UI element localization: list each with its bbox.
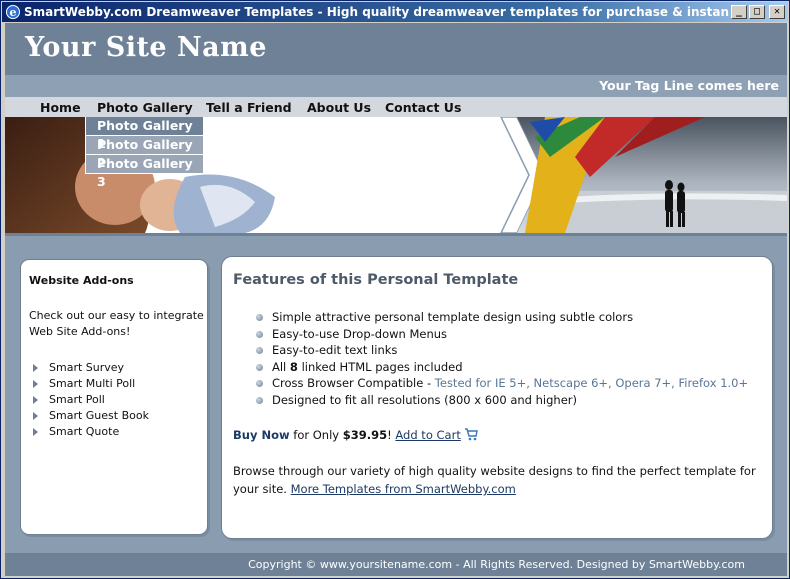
- buy-now-label: Buy Now: [233, 428, 290, 442]
- main-nav: Home Photo Gallery Tell a Friend About U…: [5, 97, 787, 117]
- feature-text: linked HTML pages included: [297, 359, 463, 374]
- features-list: Simple attractive personal template desi…: [256, 309, 748, 408]
- svg-text:e: e: [10, 6, 17, 19]
- feature-text: Cross Browser Compatible -: [272, 376, 435, 390]
- price: $39.95: [342, 428, 388, 442]
- bullet-icon: [256, 347, 263, 354]
- site-header: Your Site Name: [5, 23, 787, 75]
- addon-label: Smart Guest Book: [49, 409, 149, 422]
- nav-contact-us[interactable]: Contact Us: [385, 100, 461, 115]
- addon-smart-guest-book[interactable]: Smart Guest Book: [31, 408, 149, 424]
- feature-page-count: 8: [289, 359, 298, 374]
- browser-window: e SmartWebby.com Dreamweaver Templates -…: [0, 0, 790, 579]
- addon-smart-quote[interactable]: Smart Quote: [31, 424, 149, 440]
- minimize-button[interactable]: _: [731, 5, 747, 19]
- add-to-cart-link[interactable]: Add to Cart: [395, 428, 460, 442]
- shopping-cart-icon[interactable]: [464, 428, 479, 441]
- banner-divider: [5, 233, 787, 236]
- feature-text: Easy-to-edit text links: [272, 343, 398, 357]
- site-name[interactable]: Your Site Name: [25, 32, 267, 63]
- feature-item: Designed to fit all resolutions (800 x 6…: [256, 392, 748, 409]
- arrow-right-icon: [33, 380, 38, 388]
- feature-item: Cross Browser Compatible - Tested for IE…: [256, 375, 748, 392]
- arrow-right-icon: [33, 428, 38, 436]
- arrow-right-icon: [33, 412, 38, 420]
- browse-paragraph: Browse through our variety of high quali…: [233, 462, 763, 498]
- feature-item: Easy-to-use Drop-down Menus: [256, 326, 748, 343]
- arrow-right-icon: [33, 364, 38, 372]
- buy-line: Buy Now for Only $39.95! Add to Cart: [233, 428, 479, 442]
- addon-smart-poll[interactable]: Smart Poll: [31, 392, 149, 408]
- window-titlebar[interactable]: e SmartWebby.com Dreamweaver Templates -…: [2, 2, 788, 22]
- addon-label: Smart Quote: [49, 425, 120, 438]
- dropdown-photo-gallery-2[interactable]: Photo Gallery 2: [85, 136, 203, 170]
- nav-home[interactable]: Home: [40, 100, 81, 115]
- dropdown-photo-gallery-3[interactable]: Photo Gallery 3: [85, 155, 203, 189]
- dropdown-photo-gallery-1[interactable]: Photo Gallery 1: [85, 117, 203, 151]
- buy-text: for Only: [289, 428, 343, 442]
- sidebar-title: Website Add-ons: [29, 274, 134, 287]
- bullet-icon: [256, 380, 263, 387]
- bullet-icon: [256, 330, 263, 338]
- close-button[interactable]: ✕: [769, 5, 785, 19]
- addons-list: Smart Survey Smart Multi Poll Smart Poll…: [31, 360, 149, 440]
- addon-label: Smart Survey: [49, 361, 125, 374]
- tagline: Your Tag Line comes here: [599, 78, 779, 93]
- feature-item: All 8 linked HTML pages included: [256, 359, 748, 376]
- addon-label: Smart Multi Poll: [49, 377, 136, 390]
- tagline-bar: Your Tag Line comes here: [5, 75, 787, 97]
- arrow-right-icon: [33, 396, 38, 404]
- site-footer: Copyright © www.yoursitename.com - All R…: [5, 553, 787, 576]
- nav-about-us[interactable]: About Us: [307, 100, 371, 115]
- addon-smart-multi-poll[interactable]: Smart Multi Poll: [31, 376, 149, 392]
- browser-compat-text: Tested for IE 5+, Netscape 6+, Opera 7+,…: [434, 376, 749, 390]
- bullet-icon: [256, 314, 263, 321]
- addon-smart-survey[interactable]: Smart Survey: [31, 360, 149, 376]
- more-templates-link[interactable]: More Templates from SmartWebby.com: [291, 482, 516, 496]
- addon-label: Smart Poll: [49, 393, 105, 406]
- feature-text: Designed to fit all resolutions (800 x 6…: [272, 392, 577, 407]
- main-content: Features of this Personal Template Simpl…: [221, 256, 773, 539]
- window-controls: _ □ ✕: [731, 5, 785, 19]
- web-page: Your Site Name Your Tag Line comes here …: [5, 23, 787, 576]
- maximize-button[interactable]: □: [749, 5, 765, 19]
- addons-sidebar: Website Add-ons Check out our easy to in…: [20, 259, 208, 535]
- bullet-icon: [256, 396, 263, 404]
- internet-explorer-icon: e: [6, 5, 20, 19]
- page-title: Features of this Personal Template: [233, 272, 519, 288]
- feature-item: Simple attractive personal template desi…: [256, 309, 748, 326]
- sidebar-intro: Check out our easy to integrate Web Site…: [29, 309, 204, 338]
- copyright-text: Copyright © www.yoursitename.com - All R…: [248, 558, 745, 571]
- window-title: SmartWebby.com Dreamweaver Templates - H…: [24, 5, 734, 19]
- feature-text: Simple attractive personal template desi…: [272, 310, 634, 324]
- feature-text: Easy-to-use Drop-down Menus: [272, 326, 448, 341]
- feature-item: Easy-to-edit text links: [256, 342, 748, 359]
- nav-photo-gallery[interactable]: Photo Gallery: [97, 100, 193, 115]
- bullet-icon: [256, 363, 263, 371]
- photo-gallery-dropdown: Photo Gallery 1 Photo Gallery 2 Photo Ga…: [85, 117, 203, 189]
- nav-tell-a-friend[interactable]: Tell a Friend: [206, 100, 292, 115]
- feature-text: All: [272, 359, 290, 374]
